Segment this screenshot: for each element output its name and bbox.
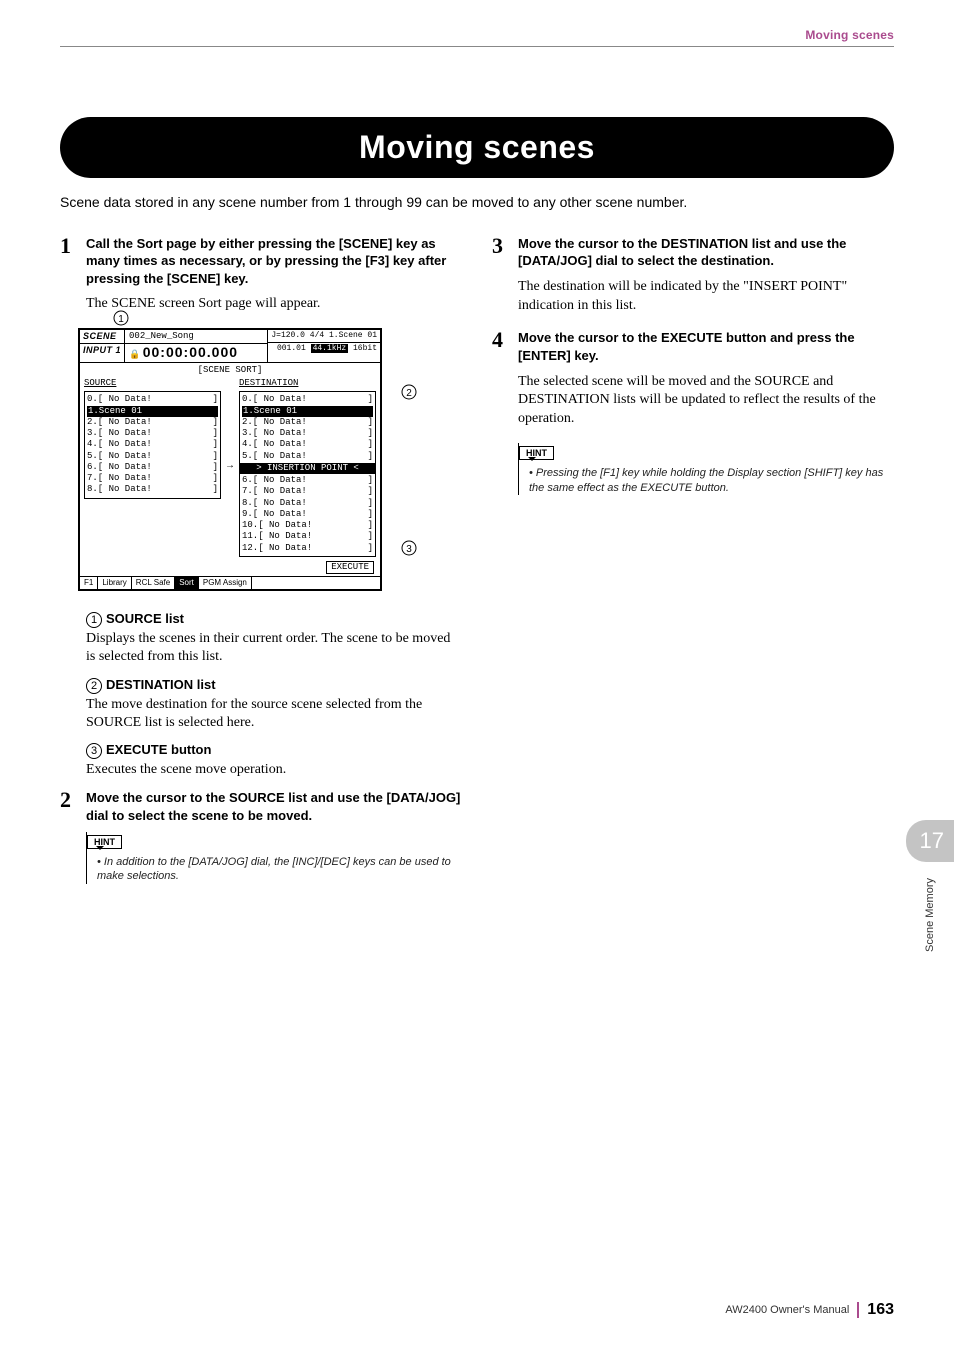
step-number: 4 <box>492 329 518 351</box>
step-number: 3 <box>492 235 518 257</box>
step-heading: Call the Sort page by either pressing th… <box>86 235 462 288</box>
callout-3-icon: 3 <box>401 540 417 556</box>
screen-mode: SCENE <box>80 330 124 344</box>
insertion-point: > INSERTION POINT < <box>240 463 375 474</box>
step-1: 1 Call the Sort page by either pressing … <box>60 235 462 288</box>
header-rule <box>60 46 894 47</box>
step-heading: Move the cursor to the DESTINATION list … <box>518 235 894 270</box>
page-footer: AW2400 Owner's Manual 163 <box>725 1301 894 1319</box>
chapter-tab: 17 Scene Memory <box>906 820 954 952</box>
intro-text: Scene data stored in any scene number fr… <box>60 193 894 213</box>
step-number: 1 <box>60 235 86 257</box>
chapter-number: 17 <box>906 820 954 862</box>
dest-header: DESTINATION <box>239 378 376 389</box>
tabs: F1 Library RCL Safe Sort PGM Assign <box>80 576 380 589</box>
dest-selected: 1.Scene 01 <box>242 406 373 417</box>
hint-text: • Pressing the [F1] key while holding th… <box>529 466 894 495</box>
svg-text:2: 2 <box>406 388 412 399</box>
source-list[interactable]: 0.[ No Data!] 1.Scene 01 2.[ No Data!]3.… <box>84 391 221 498</box>
screen-box: SCENE INPUT 1 002_New_Song 🔒 00:00:00.00… <box>78 328 382 591</box>
scene-sort-screenshot: 1 2 3 SCENE INPUT 1 002_New_Song 🔒 00:00… <box>78 328 462 591</box>
destination-list[interactable]: 0.[ No Data!] 1.Scene 01 2.[ No Data!]3.… <box>239 391 376 557</box>
tab-library[interactable]: Library <box>98 577 131 589</box>
def-source-text: Displays the scenes in their current ord… <box>86 630 462 666</box>
step-text: The SCENE screen Sort page will appear. <box>86 295 462 314</box>
footer-divider <box>857 1302 859 1318</box>
bar-rate: 001.01 44.1kHz 16bit <box>268 343 380 355</box>
sort-label: [SCENE SORT] <box>80 363 380 378</box>
callout-1-icon: 1 <box>113 310 129 326</box>
execute-button[interactable]: EXECUTE <box>326 561 374 574</box>
step-text: The selected scene will be moved and the… <box>518 373 894 430</box>
screen-header: SCENE INPUT 1 002_New_Song 🔒 00:00:00.00… <box>80 330 380 363</box>
tempo-sig: J=120.0 4/4 1.Scene 01 <box>268 330 380 343</box>
hint-label: HINT <box>519 446 554 460</box>
source-selected: 1.Scene 01 <box>87 406 218 417</box>
def-dest-title: 2DESTINATION list <box>86 677 462 694</box>
step-text: The destination will be indicated by the… <box>518 278 894 316</box>
hint-box-left: HINT • In addition to the [DATA/JOG] dia… <box>86 832 462 884</box>
chapter-label: Scene Memory <box>924 878 936 952</box>
page-number: 163 <box>867 1301 894 1319</box>
time-display: 🔒 00:00:00.000 <box>125 344 267 362</box>
hint-box-right: HINT • Pressing the [F1] key while holdi… <box>518 443 894 495</box>
def-exec-title: 3EXECUTE button <box>86 742 462 759</box>
tab-f1[interactable]: F1 <box>80 577 98 589</box>
song-name: 002_New_Song <box>125 330 267 344</box>
hint-text: • In addition to the [DATA/JOG] dial, th… <box>97 855 462 884</box>
hint-label: HINT <box>87 835 122 849</box>
step-2: 2 Move the cursor to the SOURCE list and… <box>60 789 462 824</box>
tab-pgm-assign[interactable]: PGM Assign <box>199 577 252 589</box>
tab-sort[interactable]: Sort <box>175 577 199 589</box>
step-heading: Move the cursor to the EXECUTE button an… <box>518 329 894 364</box>
step-number: 2 <box>60 789 86 811</box>
def-source-title: 1SOURCE list <box>86 611 462 628</box>
tab-rcl-safe[interactable]: RCL Safe <box>132 577 175 589</box>
step-4: 4 Move the cursor to the EXECUTE button … <box>492 329 894 364</box>
source-header: SOURCE <box>84 378 221 389</box>
def-dest-text: The move destination for the source scen… <box>86 696 462 732</box>
left-column: 1 Call the Sort page by either pressing … <box>60 235 462 902</box>
screen-input: INPUT 1 <box>80 344 124 357</box>
svg-text:3: 3 <box>406 544 412 555</box>
page-header: Moving scenes <box>60 0 894 42</box>
execute-row: EXECUTE <box>80 561 380 576</box>
step-heading: Move the cursor to the SOURCE list and u… <box>86 789 462 824</box>
right-column: 3 Move the cursor to the DESTINATION lis… <box>492 235 894 902</box>
callout-2-icon: 2 <box>401 384 417 400</box>
svg-text:1: 1 <box>118 314 124 325</box>
page-title: Moving scenes <box>60 117 894 178</box>
step-3: 3 Move the cursor to the DESTINATION lis… <box>492 235 894 270</box>
manual-name: AW2400 Owner's Manual <box>725 1304 849 1316</box>
breadcrumb: Moving scenes <box>805 28 894 42</box>
arrow-icon: → <box>221 378 239 557</box>
def-exec-text: Executes the scene move operation. <box>86 761 462 779</box>
